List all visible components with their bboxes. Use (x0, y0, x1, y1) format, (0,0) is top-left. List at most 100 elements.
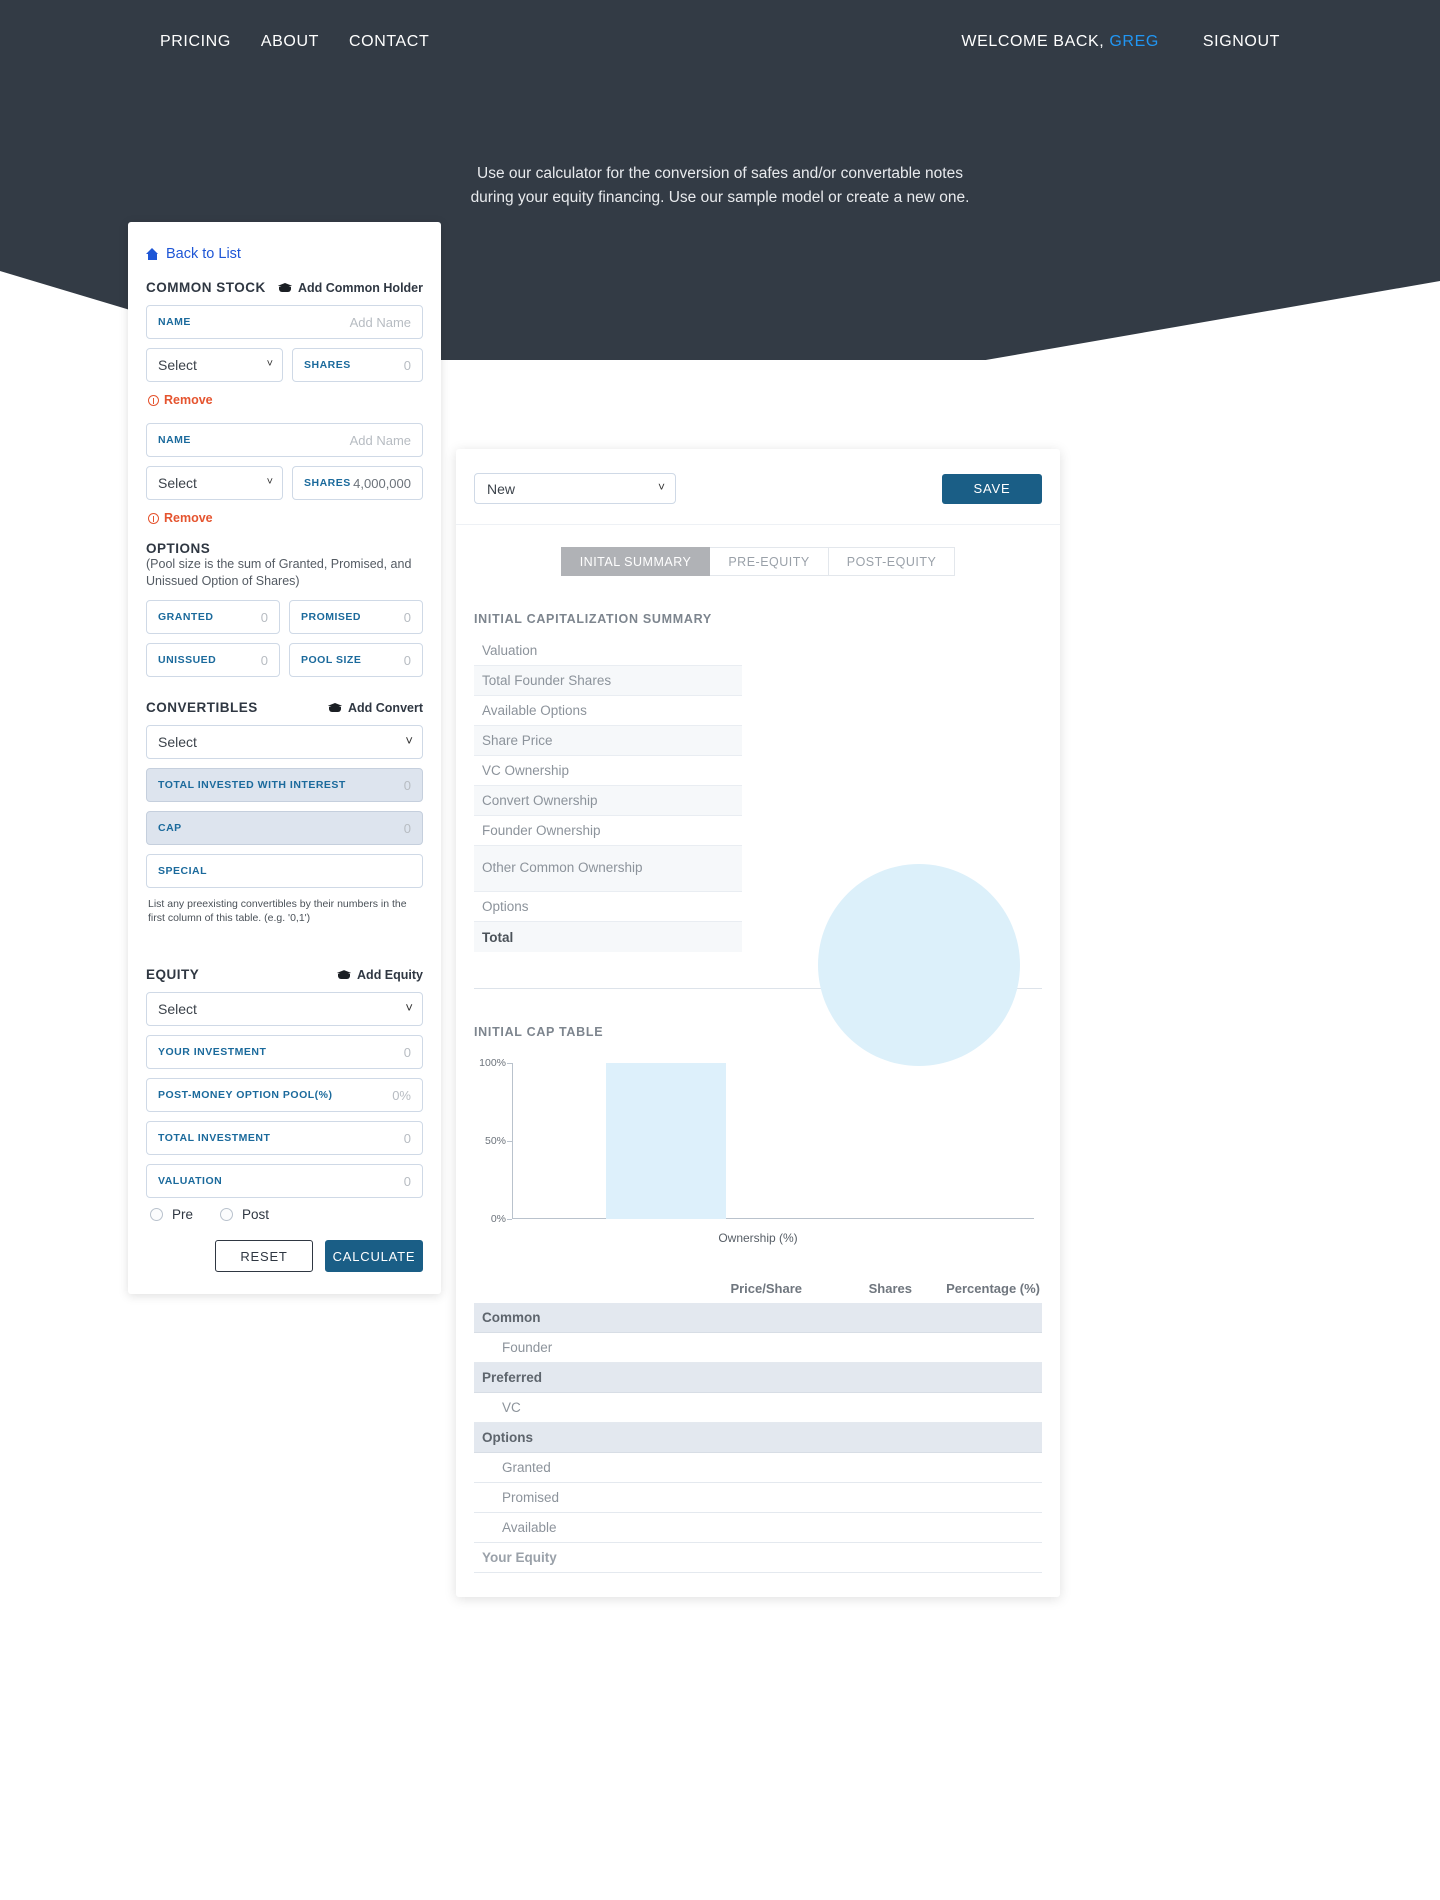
model-select[interactable]: New ˅ (474, 473, 676, 504)
holder-2-remove-button[interactable]: Remove (148, 511, 423, 525)
convertibles-total-invested-label: TOTAL INVESTED WITH INTEREST (158, 779, 346, 791)
spacer (146, 925, 423, 967)
add-equity-button[interactable]: Add Equity (337, 968, 423, 982)
results-toolbar: New ˅ SAVE (456, 449, 1060, 525)
tab-pre-equity[interactable]: PRE-EQUITY (710, 547, 828, 576)
holder-2-type-value: Select (158, 475, 197, 491)
add-convert-button[interactable]: Add Convert (328, 701, 423, 715)
graduation-cap-icon (328, 702, 342, 713)
holder-1-type-select[interactable]: Select ˅ (146, 348, 283, 382)
username-link[interactable]: GREG (1109, 33, 1159, 50)
equity-post-money-pool-field[interactable]: POST-MONEY OPTION POOL(%) 0% (146, 1078, 423, 1112)
results-panel: INITIAL CAPITALIZATION SUMMARY Valuation… (456, 612, 1060, 1573)
chart-tick-mark (507, 1141, 512, 1142)
tab-post-equity[interactable]: POST-EQUITY (829, 547, 956, 576)
capitalization-summary-table: Valuation Total Founder Shares Available… (474, 636, 742, 952)
convertibles-header: CONVERTIBLES Add Convert (146, 700, 423, 715)
options-promised-field[interactable]: PROMISED 0 (289, 600, 423, 634)
options-pool-size-value: 0 (404, 653, 411, 668)
holder-1-shares-label: SHARES (304, 359, 351, 371)
tab-initial-summary[interactable]: INITAL SUMMARY (561, 547, 711, 576)
equity-your-investment-field[interactable]: YOUR INVESTMENT 0 (146, 1035, 423, 1069)
chart-x-label: Ownership (%) (474, 1231, 1042, 1245)
summary-row: Other Common Ownership (474, 846, 742, 892)
convertibles-type-select[interactable]: Select ˅ (146, 725, 423, 759)
holder-1-name-field[interactable]: NAME Add Name (146, 305, 423, 339)
welcome-message: WELCOME BACK, GREG (961, 33, 1159, 51)
convertibles-cap-field[interactable]: CAP 0 (146, 811, 423, 845)
options-title: OPTIONS (146, 541, 423, 556)
cap-table-row-available: Available (474, 1513, 1042, 1543)
add-convert-label: Add Convert (348, 701, 423, 715)
nav-link-contact[interactable]: CONTACT (349, 33, 429, 51)
options-unissued-field[interactable]: UNISSUED 0 (146, 643, 280, 677)
cap-table-header: Price/Share Shares Percentage (%) (474, 1273, 1042, 1303)
chart-tick-mark (507, 1063, 512, 1064)
save-button[interactable]: SAVE (942, 474, 1042, 504)
chevron-down-icon: ˅ (405, 1000, 413, 1015)
graduation-cap-icon (278, 282, 292, 293)
graduation-cap-icon (337, 969, 351, 980)
nav-link-about[interactable]: ABOUT (261, 33, 319, 51)
holder-1-remove-button[interactable]: Remove (148, 393, 423, 407)
options-granted-field[interactable]: GRANTED 0 (146, 600, 280, 634)
holder-1-shares-field[interactable]: SHARES 0 (292, 348, 423, 382)
options-pool-size-label: POOL SIZE (301, 654, 361, 666)
summary-section-title: INITIAL CAPITALIZATION SUMMARY (474, 612, 1042, 626)
equity-title: EQUITY (146, 967, 199, 982)
holder-2-shares-label: SHARES (304, 477, 351, 489)
summary-area: Valuation Total Founder Shares Available… (474, 636, 1042, 966)
equity-post-money-pool-label: POST-MONEY OPTION POOL(%) (158, 1089, 333, 1101)
convertibles-special-field[interactable]: SPECIAL (146, 854, 423, 888)
nav-link-pricing[interactable]: PRICING (160, 33, 231, 51)
summary-row: Valuation (474, 636, 742, 666)
holder-2-row: Select ˅ SHARES 4,000,000 (146, 466, 423, 509)
options-note: (Pool size is the sum of Granted, Promis… (146, 556, 423, 589)
calculate-button[interactable]: CALCULATE (325, 1240, 423, 1272)
convertibles-title: CONVERTIBLES (146, 700, 258, 715)
equity-your-investment-label: YOUR INVESTMENT (158, 1046, 266, 1058)
form-actions: RESET CALCULATE (146, 1240, 423, 1272)
convertibles-hint: List any preexisting convertibles by the… (148, 897, 423, 925)
radio-pre[interactable] (150, 1208, 163, 1221)
signout-link[interactable]: SIGNOUT (1203, 33, 1280, 51)
radio-post[interactable] (220, 1208, 233, 1221)
summary-row: Available Options (474, 696, 742, 726)
cap-table-row-common: Common (474, 1303, 1042, 1333)
back-to-list-link[interactable]: Back to List (146, 246, 423, 262)
equity-total-investment-label: TOTAL INVESTMENT (158, 1132, 270, 1144)
equity-type-select[interactable]: Select ˅ (146, 992, 423, 1026)
convertibles-total-invested-field[interactable]: TOTAL INVESTED WITH INTEREST 0 (146, 768, 423, 802)
holder-2-name-field[interactable]: NAME Add Name (146, 423, 423, 457)
equity-your-investment-value: 0 (404, 1045, 411, 1060)
holder-2-shares-field[interactable]: SHARES 4,000,000 (292, 466, 423, 500)
holder-1-row: Select ˅ SHARES 0 (146, 348, 423, 391)
initial-cap-table-chart: 100% 50% 0% Ownership (%) (474, 1055, 1042, 1255)
holder-1-remove-label: Remove (164, 393, 213, 407)
options-granted-value: 0 (261, 610, 268, 625)
holder-2-type-select[interactable]: Select ˅ (146, 466, 283, 500)
holder-2-name-label: NAME (158, 434, 191, 446)
summary-row: Options (474, 892, 742, 922)
app-body: Back to List COMMON STOCK Add Common Hol… (0, 222, 1440, 1682)
reset-button[interactable]: RESET (215, 1240, 313, 1272)
equity-total-investment-field[interactable]: TOTAL INVESTMENT 0 (146, 1121, 423, 1155)
common-stock-header: COMMON STOCK Add Common Holder (146, 280, 423, 295)
holder-2-name-placeholder: Add Name (350, 433, 411, 448)
add-common-holder-button[interactable]: Add Common Holder (278, 281, 423, 295)
options-unissued-label: UNISSUED (158, 654, 216, 666)
holder-1-name-placeholder: Add Name (350, 315, 411, 330)
back-to-list-label: Back to List (166, 246, 241, 262)
model-select-value: New (487, 481, 515, 497)
equity-valuation-field[interactable]: VALUATION 0 (146, 1164, 423, 1198)
results-tabs: INITAL SUMMARY PRE-EQUITY POST-EQUITY (456, 547, 1060, 576)
cap-table-row-promised: Promised (474, 1483, 1042, 1513)
holder-2-shares-value: 4,000,000 (353, 476, 411, 491)
chart-tick-mark (507, 1219, 512, 1220)
hero-line-2: during your equity financing. Use our sa… (0, 186, 1440, 210)
chevron-down-icon: ˅ (267, 476, 273, 488)
ownership-donut-chart (818, 864, 1020, 1066)
options-pool-size-field[interactable]: POOL SIZE 0 (289, 643, 423, 677)
options-row-1: GRANTED 0 PROMISED 0 (146, 600, 423, 643)
hero-line-1: Use our calculator for the conversion of… (0, 162, 1440, 186)
